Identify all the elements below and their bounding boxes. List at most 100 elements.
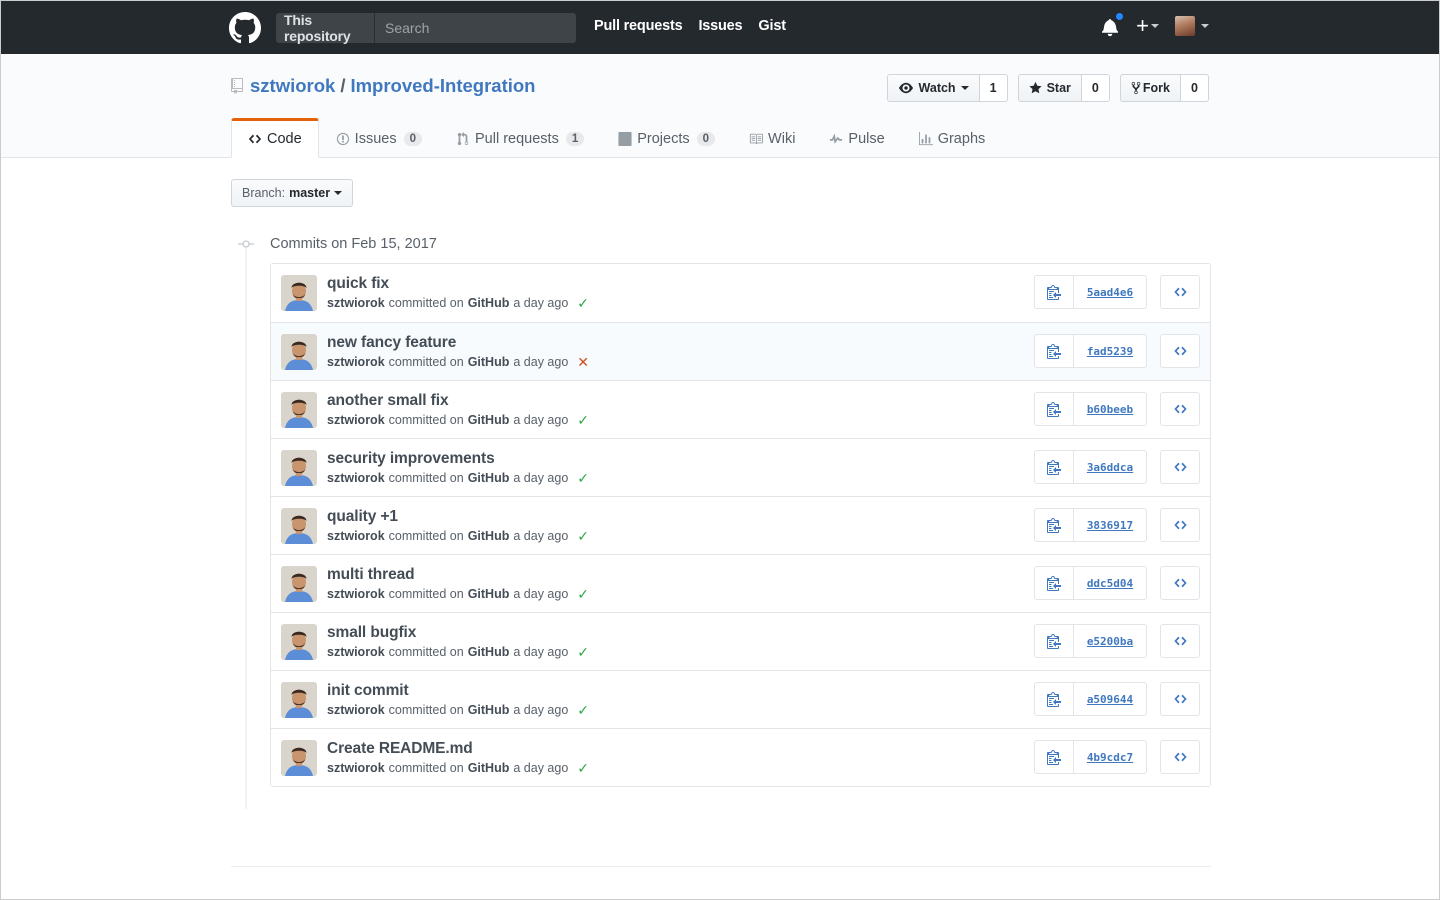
commit-author-link[interactable]: sztwiorok bbox=[327, 469, 385, 487]
check-icon[interactable]: ✓ bbox=[577, 527, 589, 545]
committer-platform: GitHub bbox=[467, 586, 510, 601]
tab-graphs[interactable]: Graphs bbox=[902, 118, 1003, 158]
commit-meta: sztwiorok committed on GitHub a day ago … bbox=[327, 353, 589, 371]
commit-message-link[interactable]: security improvements bbox=[327, 449, 589, 469]
notifications-button[interactable] bbox=[1102, 12, 1125, 37]
commit-meta: sztwiorok committed on GitHub a day ago … bbox=[327, 643, 589, 661]
committed-on-text: committed on bbox=[388, 702, 464, 717]
commit-message-link[interactable]: another small fix bbox=[327, 391, 589, 411]
check-icon[interactable]: ✓ bbox=[577, 759, 589, 777]
sha-group: e5200ba bbox=[1034, 624, 1147, 658]
x-icon[interactable]: ✕ bbox=[577, 353, 589, 371]
avatar[interactable] bbox=[281, 449, 317, 486]
commit-sha-link[interactable]: 5aad4e6 bbox=[1074, 276, 1146, 308]
browse-repo-at-commit-button[interactable] bbox=[1160, 508, 1200, 542]
copy-sha-button[interactable] bbox=[1035, 393, 1074, 425]
commit-sha-link[interactable]: a509644 bbox=[1074, 683, 1146, 715]
commit-message-link[interactable]: small bugfix bbox=[327, 623, 589, 643]
browse-repo-at-commit-button[interactable] bbox=[1160, 392, 1200, 426]
tab-label: Graphs bbox=[937, 131, 986, 147]
fork-button[interactable]: Fork bbox=[1119, 74, 1181, 102]
commit-message-link[interactable]: quality +1 bbox=[327, 507, 589, 527]
avatar[interactable] bbox=[281, 739, 317, 776]
commit-sha-link[interactable]: 4b9cdc7 bbox=[1074, 741, 1146, 773]
check-icon[interactable]: ✓ bbox=[577, 643, 589, 661]
avatar[interactable] bbox=[281, 565, 317, 602]
browse-repo-at-commit-button[interactable] bbox=[1160, 450, 1200, 484]
fork-count[interactable]: 0 bbox=[1181, 74, 1209, 102]
avatar[interactable] bbox=[281, 681, 317, 718]
github-logo-icon[interactable] bbox=[229, 12, 261, 44]
watch-count[interactable]: 1 bbox=[979, 74, 1008, 102]
browse-repo-at-commit-button[interactable] bbox=[1160, 682, 1200, 716]
copy-sha-button[interactable] bbox=[1035, 741, 1074, 773]
watch-label: Watch bbox=[918, 81, 956, 95]
watch-button[interactable]: Watch bbox=[886, 74, 980, 102]
commit-message-link[interactable]: Create README.md bbox=[327, 739, 589, 759]
avatar[interactable] bbox=[281, 275, 317, 311]
star-count[interactable]: 0 bbox=[1081, 74, 1110, 102]
commit-meta: sztwiorok committed on GitHub a day ago … bbox=[327, 759, 589, 777]
browse-repo-at-commit-button[interactable] bbox=[1160, 334, 1200, 368]
avatar[interactable] bbox=[281, 391, 317, 428]
repo-name-link[interactable]: Improved-Integration bbox=[350, 75, 535, 97]
avatar[interactable] bbox=[281, 507, 317, 544]
check-icon[interactable]: ✓ bbox=[577, 469, 589, 487]
pulse-icon bbox=[830, 133, 843, 144]
avatar[interactable] bbox=[281, 333, 317, 370]
commit-message-link[interactable]: quick fix bbox=[327, 274, 589, 294]
copy-sha-button[interactable] bbox=[1035, 451, 1074, 483]
commit-author-link[interactable]: sztwiorok bbox=[327, 585, 385, 603]
commit-sha-link[interactable]: e5200ba bbox=[1074, 625, 1146, 657]
avatar[interactable] bbox=[281, 623, 317, 660]
tab-wiki[interactable]: Wiki bbox=[732, 118, 812, 158]
user-menu-button[interactable] bbox=[1175, 16, 1209, 36]
star-icon bbox=[1028, 81, 1042, 94]
tab-projects[interactable]: Projects 0 bbox=[601, 118, 732, 158]
search-input[interactable] bbox=[375, 13, 576, 43]
commit-sha-link[interactable]: ddc5d04 bbox=[1074, 567, 1146, 599]
browse-repo-at-commit-button[interactable] bbox=[1160, 566, 1200, 600]
commit-sha-link[interactable]: fad5239 bbox=[1074, 335, 1146, 367]
browse-repo-at-commit-button[interactable] bbox=[1160, 275, 1200, 309]
nav-issues[interactable]: Issues bbox=[698, 18, 742, 34]
commit-author-link[interactable]: sztwiorok bbox=[327, 643, 385, 661]
relative-time: a day ago bbox=[513, 760, 569, 775]
tab-issues[interactable]: Issues 0 bbox=[319, 118, 439, 158]
tab-pull-requests[interactable]: Pull requests 1 bbox=[439, 118, 601, 158]
repo-owner-link[interactable]: sztwiorok bbox=[250, 75, 335, 97]
commit-message-link[interactable]: multi thread bbox=[327, 565, 589, 585]
tab-code[interactable]: Code bbox=[231, 118, 319, 158]
commit-sha-link[interactable]: 3836917 bbox=[1074, 509, 1146, 541]
clippy-icon bbox=[1047, 402, 1061, 417]
commit-sha-link[interactable]: b60beeb bbox=[1074, 393, 1146, 425]
commit-message-link[interactable]: init commit bbox=[327, 681, 589, 701]
copy-sha-button[interactable] bbox=[1035, 567, 1074, 599]
check-icon[interactable]: ✓ bbox=[577, 701, 589, 719]
commit-author-link[interactable]: sztwiorok bbox=[327, 759, 385, 777]
browse-repo-at-commit-button[interactable] bbox=[1160, 740, 1200, 774]
commit-author-link[interactable]: sztwiorok bbox=[327, 701, 385, 719]
star-button[interactable]: Star bbox=[1017, 74, 1082, 102]
check-icon[interactable]: ✓ bbox=[577, 585, 589, 603]
commit-author-link[interactable]: sztwiorok bbox=[327, 411, 385, 429]
copy-sha-button[interactable] bbox=[1035, 276, 1074, 308]
commit-message-link[interactable]: new fancy feature bbox=[327, 333, 589, 353]
commit-author-link[interactable]: sztwiorok bbox=[327, 294, 385, 312]
commit-author-link[interactable]: sztwiorok bbox=[327, 527, 385, 545]
copy-sha-button[interactable] bbox=[1035, 625, 1074, 657]
commit-author-link[interactable]: sztwiorok bbox=[327, 353, 385, 371]
nav-pull-requests[interactable]: Pull requests bbox=[594, 18, 683, 34]
copy-sha-button[interactable] bbox=[1035, 335, 1074, 367]
branch-select-button[interactable]: Branch: master bbox=[231, 179, 354, 207]
browse-repo-at-commit-button[interactable] bbox=[1160, 624, 1200, 658]
check-icon[interactable]: ✓ bbox=[577, 411, 589, 429]
copy-sha-button[interactable] bbox=[1035, 509, 1074, 541]
tab-pulse[interactable]: Pulse bbox=[812, 118, 901, 158]
copy-sha-button[interactable] bbox=[1035, 683, 1074, 715]
commit-info: quick fix sztwiorok committed on GitHub … bbox=[327, 274, 589, 312]
create-new-button[interactable]: + bbox=[1136, 15, 1159, 37]
commit-sha-link[interactable]: 3a6ddca bbox=[1074, 451, 1146, 483]
nav-gist[interactable]: Gist bbox=[758, 18, 786, 34]
check-icon[interactable]: ✓ bbox=[577, 294, 589, 312]
